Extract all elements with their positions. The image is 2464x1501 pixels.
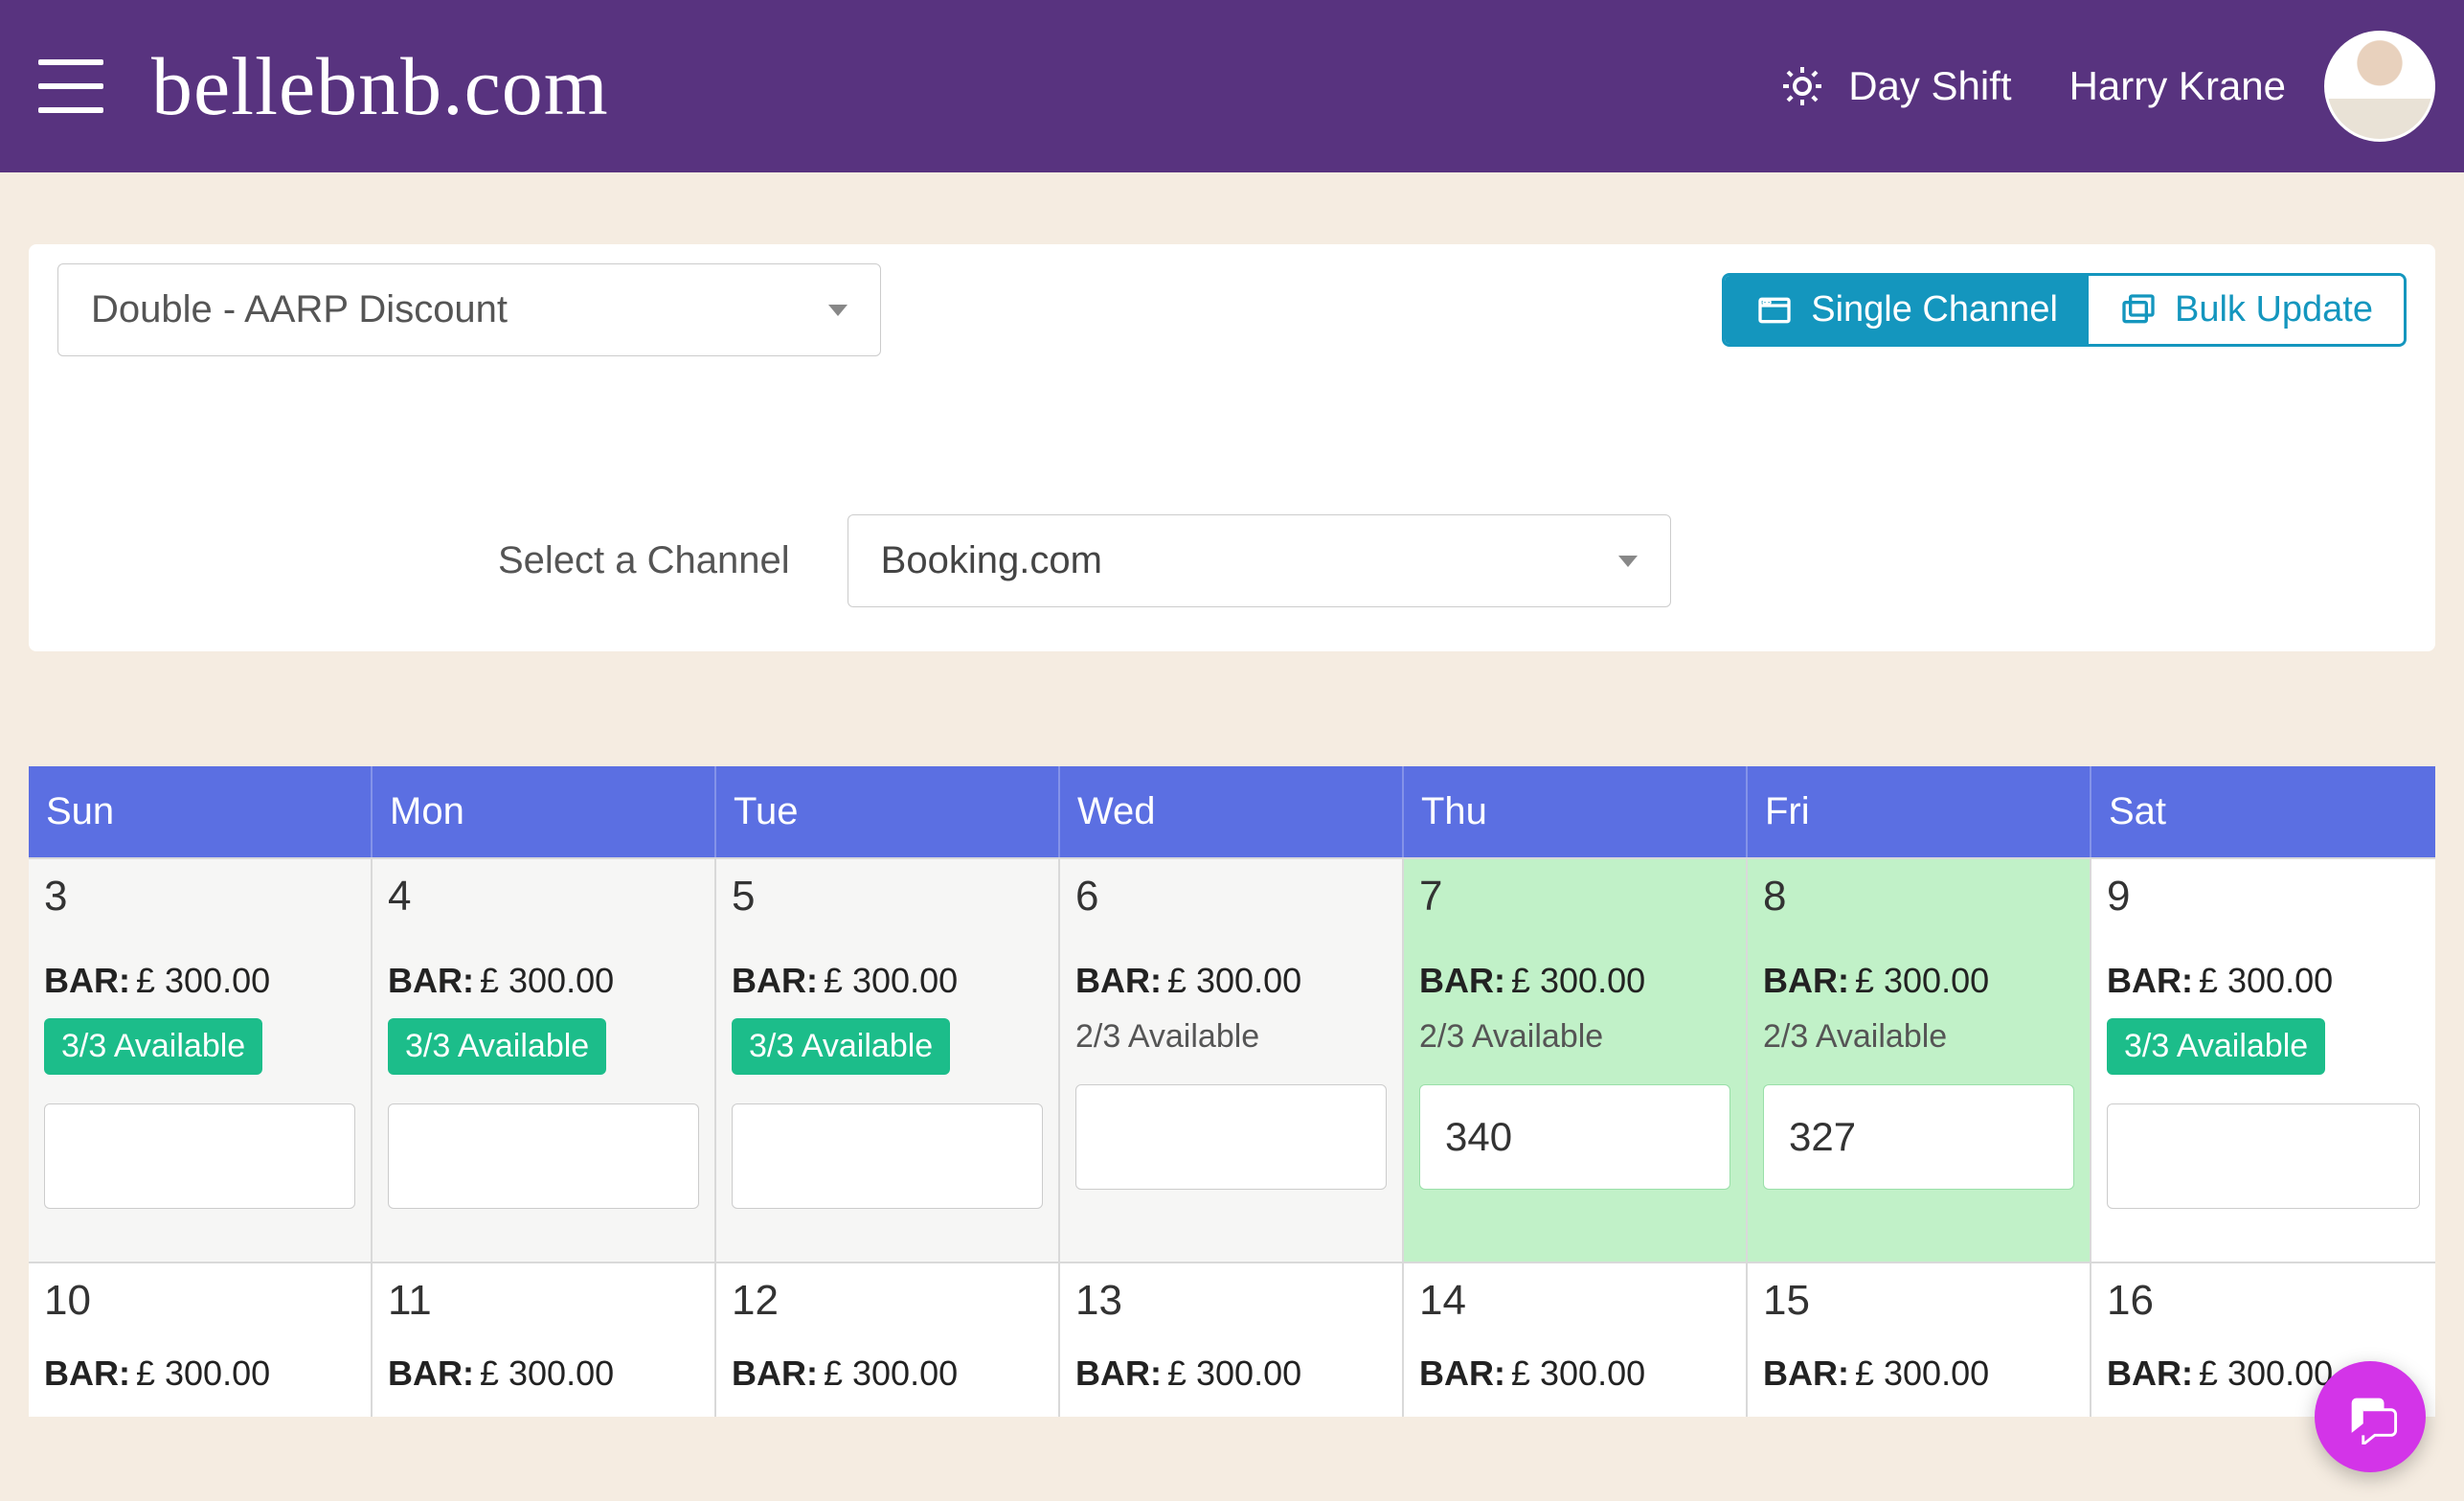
menu-icon[interactable]	[38, 59, 103, 113]
channel-label: Select a Channel	[498, 539, 790, 582]
channel-selected: Booking.com	[881, 539, 1102, 582]
calendar-cell[interactable]: 13 BAR: £ 300.00	[1060, 1263, 1404, 1417]
price-input[interactable]	[2107, 1103, 2420, 1209]
bar-price: BAR: £ 300.00	[44, 961, 355, 1001]
calendar-cell[interactable]: 12 BAR: £ 300.00	[716, 1263, 1060, 1417]
bulk-update-button[interactable]: Bulk Update	[2089, 276, 2404, 344]
date-number: 10	[44, 1277, 355, 1325]
calendar-cell[interactable]: 3 BAR: £ 300.00 3/3 Available	[29, 859, 373, 1262]
date-number: 15	[1763, 1277, 2074, 1325]
calendar-row: 10 BAR: £ 300.00 11 BAR: £ 300.00 12 BAR: £ 3…	[29, 1262, 2435, 1417]
bar-price: BAR: £ 300.00	[388, 1353, 699, 1394]
weekday-header: Fri	[1748, 766, 2091, 857]
calendar-cell[interactable]: 8 BAR: £ 300.00 2/3 Available	[1748, 859, 2091, 1262]
single-channel-button[interactable]: Single Channel	[1725, 276, 2089, 344]
calendar-cell[interactable]: 11 BAR: £ 300.00	[373, 1263, 716, 1417]
bar-price: BAR: £ 300.00	[1419, 1353, 1730, 1394]
date-number: 4	[388, 873, 699, 921]
view-toggle: Single Channel Bulk Update	[1722, 273, 2407, 347]
channel-select[interactable]: Booking.com	[848, 514, 1671, 607]
avatar[interactable]	[2324, 31, 2435, 142]
rate-plan-selected: Double - AARP Discount	[91, 288, 508, 331]
calendar-cell[interactable]: 4 BAR: £ 300.00 3/3 Available	[373, 859, 716, 1262]
availability-badge: 2/3 Available	[1075, 1018, 1387, 1056]
bar-price: BAR: £ 300.00	[44, 1353, 355, 1394]
bar-price: BAR: £ 300.00	[388, 961, 699, 1001]
calendar: SunMonTueWedThuFriSat 3 BAR: £ 300.00 3/3 …	[29, 766, 2435, 1417]
availability-badge: 2/3 Available	[1763, 1018, 2074, 1056]
calendar-cell[interactable]: 10 BAR: £ 300.00	[29, 1263, 373, 1417]
bar-price: BAR: £ 300.00	[1075, 1353, 1387, 1394]
chat-fab[interactable]	[2315, 1361, 2426, 1472]
price-input[interactable]	[732, 1103, 1043, 1209]
app-header: bellebnb.com Day Shift Harry Krane	[0, 0, 2464, 172]
availability-badge: 3/3 Available	[388, 1018, 606, 1075]
date-number: 16	[2107, 1277, 2420, 1325]
bar-price: BAR: £ 300.00	[732, 1353, 1043, 1394]
date-number: 6	[1075, 873, 1387, 921]
controls-panel: Double - AARP Discount Single Channel Bu…	[29, 244, 2435, 651]
bar-price: BAR: £ 300.00	[2107, 961, 2420, 1001]
sun-icon	[1779, 63, 1825, 109]
user-name[interactable]: Harry Krane	[2069, 63, 2286, 109]
chat-icon	[2342, 1389, 2398, 1444]
price-input[interactable]	[388, 1103, 699, 1209]
price-input[interactable]	[1419, 1084, 1730, 1190]
date-number: 12	[732, 1277, 1043, 1325]
price-input[interactable]	[44, 1103, 355, 1209]
rate-plan-select[interactable]: Double - AARP Discount	[57, 263, 881, 356]
date-number: 14	[1419, 1277, 1730, 1325]
chevron-down-icon	[1618, 556, 1638, 567]
bar-price: BAR: £ 300.00	[1763, 961, 2074, 1001]
price-input[interactable]	[1075, 1084, 1387, 1190]
weekday-header: Tue	[716, 766, 1060, 857]
date-number: 13	[1075, 1277, 1387, 1325]
shift-toggle[interactable]: Day Shift	[1779, 63, 2011, 109]
date-number: 7	[1419, 873, 1730, 921]
date-number: 8	[1763, 873, 2074, 921]
date-number: 9	[2107, 873, 2420, 921]
calendar-cell[interactable]: 5 BAR: £ 300.00 3/3 Available	[716, 859, 1060, 1262]
availability-badge: 3/3 Available	[2107, 1018, 2325, 1075]
weekday-header: Wed	[1060, 766, 1404, 857]
price-input[interactable]	[1763, 1084, 2074, 1190]
date-number: 11	[388, 1277, 699, 1325]
date-number: 5	[732, 873, 1043, 921]
shift-label: Day Shift	[1848, 63, 2011, 109]
bar-price: BAR: £ 300.00	[1075, 961, 1387, 1001]
availability-badge: 2/3 Available	[1419, 1018, 1730, 1056]
calendar-header-row: SunMonTueWedThuFriSat	[29, 766, 2435, 857]
weekday-header: Mon	[373, 766, 716, 857]
availability-badge: 3/3 Available	[732, 1018, 950, 1075]
weekday-header: Sat	[2091, 766, 2435, 857]
weekday-header: Thu	[1404, 766, 1748, 857]
bar-price: BAR: £ 300.00	[732, 961, 1043, 1001]
app-logo: bellebnb.com	[151, 45, 609, 127]
bar-price: BAR: £ 300.00	[1763, 1353, 2074, 1394]
bar-price: BAR: £ 300.00	[1419, 961, 1730, 1001]
single-channel-label: Single Channel	[1811, 289, 2058, 330]
availability-badge: 3/3 Available	[44, 1018, 262, 1075]
calendar-cell[interactable]: 14 BAR: £ 300.00	[1404, 1263, 1748, 1417]
calendar-cell[interactable]: 7 BAR: £ 300.00 2/3 Available	[1404, 859, 1748, 1262]
calendar-cell[interactable]: 6 BAR: £ 300.00 2/3 Available	[1060, 859, 1404, 1262]
calendar-cell[interactable]: 9 BAR: £ 300.00 3/3 Available	[2091, 859, 2435, 1262]
bulk-icon	[2119, 291, 2158, 330]
calendar-row: 3 BAR: £ 300.00 3/3 Available 4 BAR: £ 300.0…	[29, 857, 2435, 1262]
date-number: 3	[44, 873, 355, 921]
weekday-header: Sun	[29, 766, 373, 857]
calendar-cell[interactable]: 15 BAR: £ 300.00	[1748, 1263, 2091, 1417]
channel-icon	[1755, 291, 1794, 330]
bulk-update-label: Bulk Update	[2175, 289, 2373, 330]
chevron-down-icon	[828, 305, 848, 316]
